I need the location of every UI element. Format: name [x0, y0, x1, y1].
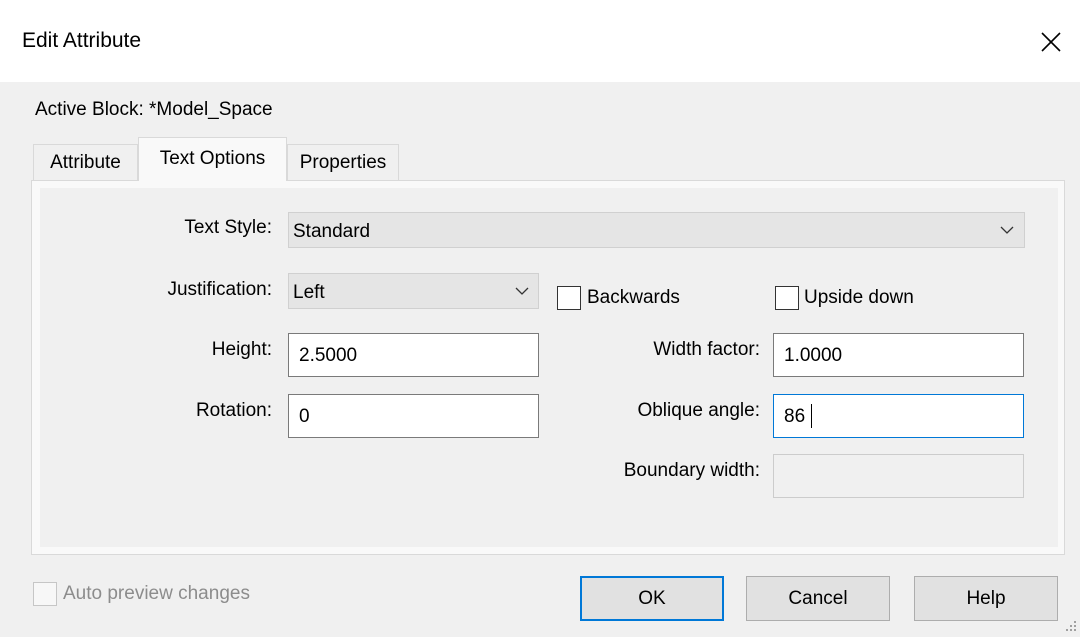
- upside-down-checkbox[interactable]: [775, 286, 799, 310]
- tab-properties[interactable]: Properties: [287, 144, 399, 180]
- height-label: Height:: [211, 339, 272, 360]
- text-style-label: Text Style:: [184, 217, 272, 238]
- cancel-button-label: Cancel: [788, 588, 848, 609]
- tab-attribute-label: Attribute: [50, 152, 121, 173]
- rotation-label: Rotation:: [195, 400, 272, 421]
- active-block-label: Active Block: *Model_Space: [35, 99, 273, 120]
- close-icon[interactable]: [1026, 18, 1072, 64]
- resize-grip-icon[interactable]: [1062, 619, 1078, 635]
- justification-value: Left: [293, 282, 325, 303]
- ok-button-label: OK: [638, 588, 666, 609]
- width-factor-label: Width factor:: [653, 339, 760, 360]
- oblique-angle-value: 86: [784, 406, 806, 427]
- tab-properties-label: Properties: [299, 152, 387, 173]
- oblique-angle-input[interactable]: 86: [773, 394, 1024, 438]
- rotation-input[interactable]: 0: [288, 394, 539, 438]
- auto-preview-label: Auto preview changes: [63, 583, 250, 604]
- rotation-value: 0: [299, 406, 310, 427]
- text-caret: [811, 404, 812, 428]
- boundary-width-label: Boundary width:: [623, 460, 760, 481]
- help-button-label: Help: [966, 588, 1006, 609]
- backwards-label: Backwards: [587, 287, 680, 308]
- window-title: Edit Attribute: [22, 29, 142, 52]
- text-style-value: Standard: [293, 221, 371, 242]
- title-bar: Edit Attribute: [0, 0, 1080, 82]
- chevron-down-icon: [515, 287, 529, 295]
- width-factor-value: 1.0000: [784, 345, 843, 366]
- justification-label: Justification:: [167, 279, 272, 300]
- cancel-button[interactable]: Cancel: [746, 576, 890, 621]
- chevron-down-icon: [1000, 226, 1014, 234]
- tab-attribute[interactable]: Attribute: [33, 144, 138, 180]
- ok-button[interactable]: OK: [580, 576, 724, 621]
- width-factor-input[interactable]: 1.0000: [773, 333, 1024, 377]
- text-style-dropdown[interactable]: Standard: [288, 212, 1025, 248]
- tab-text-options[interactable]: Text Options: [138, 137, 287, 181]
- backwards-checkbox[interactable]: [557, 286, 581, 310]
- help-button[interactable]: Help: [914, 576, 1058, 621]
- boundary-width-input: [773, 454, 1024, 498]
- oblique-angle-label: Oblique angle:: [637, 400, 760, 421]
- auto-preview-checkbox: [33, 582, 57, 606]
- tab-text-options-label: Text Options: [159, 148, 266, 169]
- upside-down-label: Upside down: [804, 287, 914, 308]
- height-input[interactable]: 2.5000: [288, 333, 539, 377]
- height-value: 2.5000: [299, 345, 358, 366]
- justification-dropdown[interactable]: Left: [288, 273, 539, 309]
